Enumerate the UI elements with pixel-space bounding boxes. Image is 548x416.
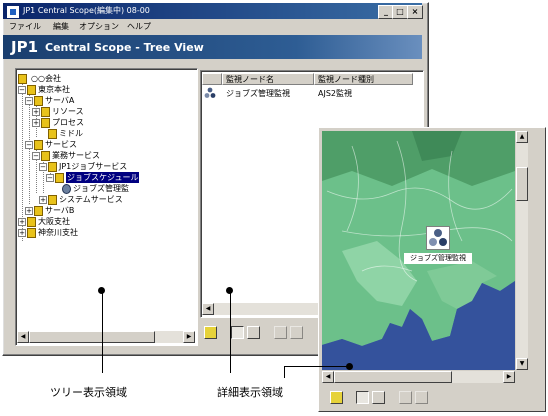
tree-area-caption: ツリー表示領域 [50, 386, 127, 399]
job-monitor-icon [429, 229, 447, 246]
icon-view-button[interactable] [231, 326, 244, 339]
folder-icon [41, 118, 50, 128]
map-horizontal-scrollbar[interactable]: ◀ ▶ [322, 371, 515, 383]
folder-icon [27, 85, 36, 95]
scroll-left-icon[interactable]: ◀ [17, 331, 29, 343]
scroll-thumb[interactable] [516, 167, 528, 201]
map-node-label: ジョブズ管理監視 [404, 253, 472, 264]
folder-icon [48, 162, 57, 172]
expand-icon[interactable]: + [18, 229, 26, 237]
folder-icon [48, 129, 57, 139]
folder-icon [18, 74, 27, 84]
monitor-node-icon [62, 184, 71, 194]
menu-edit[interactable]: 編集 [53, 20, 69, 34]
folder-icon [41, 151, 50, 161]
expand-icon[interactable]: + [32, 119, 40, 127]
parent-folder-button[interactable] [204, 326, 217, 339]
icon-view-button[interactable] [356, 391, 369, 404]
tree-area-pointer [102, 290, 103, 373]
maximize-button[interactable]: □ [392, 5, 408, 19]
folder-icon [48, 195, 57, 205]
collapse-icon[interactable]: − [18, 86, 26, 94]
map-background [322, 131, 515, 370]
zoom-button[interactable] [274, 326, 287, 339]
scroll-thumb[interactable] [334, 371, 452, 383]
expand-icon[interactable]: + [32, 108, 40, 116]
folder-icon [55, 173, 64, 183]
collapse-icon[interactable]: − [46, 174, 54, 182]
scroll-left-icon[interactable]: ◀ [322, 371, 334, 383]
banner: JP1 Central Scope - Tree View [3, 35, 422, 59]
folder-icon [34, 140, 43, 150]
scroll-down-icon[interactable]: ▼ [516, 358, 528, 370]
detail-area-dot [226, 287, 233, 294]
map-vertical-scrollbar[interactable]: ▲ ▼ [516, 131, 528, 370]
scroll-left-icon[interactable]: ◀ [202, 303, 214, 315]
column-header-icon[interactable] [202, 73, 222, 85]
menu-options[interactable]: オプション [79, 20, 119, 34]
scroll-right-icon[interactable]: ▶ [503, 371, 515, 383]
grid-button[interactable] [415, 391, 428, 404]
menu-file[interactable]: ファイル [9, 20, 41, 34]
node-name-cell: ジョブズ管理監視 [226, 89, 290, 98]
zoom-button[interactable] [399, 391, 412, 404]
tree-area-dot [98, 287, 105, 294]
collapse-icon[interactable]: − [25, 97, 33, 105]
folder-icon [27, 228, 36, 238]
map-view[interactable]: ジョブズ管理監視 [322, 131, 515, 370]
folder-icon [41, 107, 50, 117]
scroll-right-icon[interactable]: ▶ [183, 331, 195, 343]
node-type-cell: AJS2監視 [318, 89, 352, 98]
expand-icon[interactable]: + [39, 196, 47, 204]
column-header-node-type[interactable]: 監視ノード種別 [314, 73, 413, 85]
detail-area-caption: 詳細表示領域 [217, 386, 283, 399]
column-header-node-name[interactable]: 監視ノード名 [222, 73, 314, 85]
job-monitor-node[interactable] [426, 226, 450, 250]
grid-button[interactable] [290, 326, 303, 339]
app-icon [6, 5, 20, 19]
jp1-logo: JP1 [11, 38, 39, 56]
close-button[interactable]: × [407, 5, 423, 19]
folder-icon [27, 217, 36, 227]
scroll-up-icon[interactable]: ▲ [516, 131, 528, 143]
map-area-dot [346, 363, 353, 370]
tree-pane[interactable]: ○○会社 − 東京本社 − サーバA + リソース + プロセス ミドル − サ… [15, 68, 198, 346]
list-view-button[interactable] [247, 326, 260, 339]
collapse-icon[interactable]: − [39, 163, 47, 171]
job-monitor-icon [204, 87, 216, 98]
scroll-thumb[interactable] [29, 331, 155, 343]
menu-bar: ファイル 編集 オプション ヘルプ [3, 20, 422, 34]
expand-icon[interactable]: + [25, 207, 33, 215]
banner-title: Central Scope - Tree View [45, 41, 204, 54]
expand-icon[interactable]: + [18, 218, 26, 226]
title-bar[interactable]: JP1 Central Scope(編集中) 08-00 _ □ × [3, 3, 423, 19]
menu-help[interactable]: ヘルプ [127, 20, 151, 34]
folder-icon [34, 206, 43, 216]
detail-horizontal-scrollbar[interactable]: ◀ [202, 303, 321, 315]
folder-icon [34, 96, 43, 106]
detail-area-pointer [230, 290, 231, 373]
collapse-icon[interactable]: − [32, 152, 40, 160]
parent-folder-button[interactable] [330, 391, 343, 404]
list-view-button[interactable] [372, 391, 385, 404]
tree-horizontal-scrollbar[interactable]: ◀ ▶ [17, 331, 195, 343]
window-title: JP1 Central Scope(編集中) 08-00 [23, 6, 150, 15]
collapse-icon[interactable]: − [25, 141, 33, 149]
map-area-pointer-stem [284, 366, 285, 378]
map-area-pointer [284, 366, 350, 367]
